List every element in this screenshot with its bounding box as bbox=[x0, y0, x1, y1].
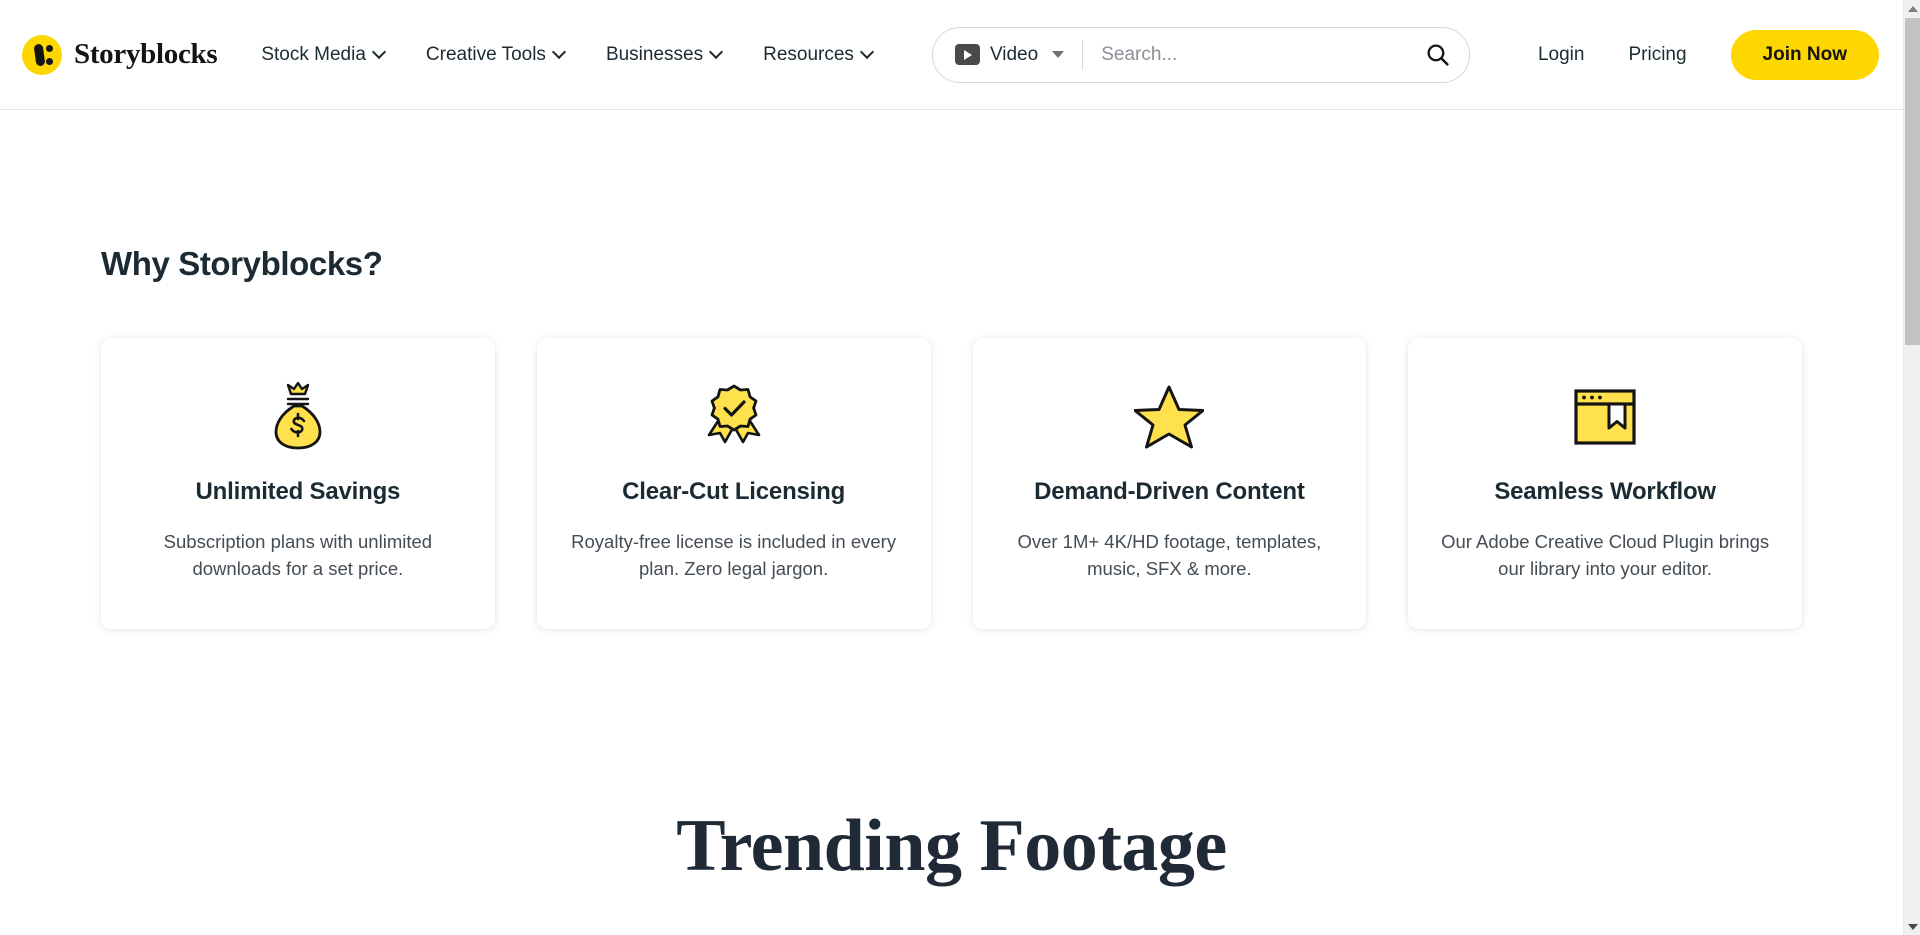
card-title: Demand-Driven Content bbox=[1034, 478, 1305, 505]
card-description: Our Adobe Creative Cloud Plugin brings o… bbox=[1441, 531, 1770, 580]
caret-down-icon bbox=[1052, 51, 1065, 58]
chevron-down-icon bbox=[374, 47, 386, 59]
video-play-icon bbox=[954, 44, 980, 65]
header-actions: Login Pricing Join Now bbox=[1516, 29, 1879, 80]
join-now-button[interactable]: Join Now bbox=[1730, 29, 1879, 80]
chevron-down-icon bbox=[711, 47, 723, 59]
scrollbar-thumb[interactable] bbox=[1905, 18, 1920, 345]
page-content: Storyblocks Stock Media Creative Tools B… bbox=[0, 0, 1903, 935]
scroll-down-arrow-icon[interactable] bbox=[1904, 918, 1920, 935]
pricing-link[interactable]: Pricing bbox=[1606, 34, 1708, 76]
nav-label: Stock Media bbox=[261, 43, 366, 65]
value-card-demand-driven-content[interactable]: Demand-Driven Content Over 1M+ 4K/HD foo… bbox=[972, 338, 1367, 629]
star-icon bbox=[999, 380, 1341, 454]
media-type-label: Video bbox=[989, 43, 1039, 65]
search-submit-button[interactable] bbox=[1415, 32, 1461, 78]
nav-label: Creative Tools bbox=[425, 43, 546, 65]
award-badge-check-icon bbox=[563, 380, 905, 454]
card-title: Unlimited Savings bbox=[195, 478, 401, 505]
why-storyblocks-heading: Why Storyblocks? bbox=[101, 245, 383, 282]
search-icon bbox=[1427, 44, 1450, 66]
chevron-down-icon bbox=[554, 47, 566, 59]
card-description: Subscription plans with unlimited downlo… bbox=[163, 531, 433, 580]
chevron-down-icon bbox=[862, 47, 874, 59]
browser-viewport: Storyblocks Stock Media Creative Tools B… bbox=[0, 0, 1920, 935]
search-input[interactable] bbox=[1101, 43, 1415, 66]
value-card-clear-cut-licensing[interactable]: Clear-Cut Licensing Royalty-free license… bbox=[536, 338, 931, 629]
nav-label: Businesses bbox=[605, 43, 704, 65]
value-card-seamless-workflow[interactable]: Seamless Workflow Our Adobe Creative Clo… bbox=[1408, 338, 1802, 629]
main-content: Why Storyblocks? Unlimited Savings Subsc… bbox=[0, 245, 1903, 935]
card-description: Royalty-free license is included in ever… bbox=[571, 531, 897, 580]
vertical-scrollbar[interactable] bbox=[1903, 0, 1920, 935]
search-divider bbox=[1082, 39, 1084, 70]
search-bar: Video bbox=[931, 26, 1470, 83]
card-title: Clear-Cut Licensing bbox=[622, 478, 846, 505]
storyblocks-s-logo-icon bbox=[22, 34, 62, 75]
login-link[interactable]: Login bbox=[1516, 34, 1607, 76]
trending-footage-heading: Trending Footage bbox=[676, 804, 1227, 887]
nav-item-creative-tools[interactable]: Creative Tools bbox=[406, 34, 586, 76]
nav-item-businesses[interactable]: Businesses bbox=[586, 34, 743, 76]
main-navigation: Stock Media Creative Tools Businesses Re… bbox=[241, 34, 894, 76]
media-type-dropdown[interactable]: Video bbox=[954, 43, 1078, 66]
card-description: Over 1M+ 4K/HD footage, templates, music… bbox=[1017, 531, 1322, 580]
site-header: Storyblocks Stock Media Creative Tools B… bbox=[0, 0, 1903, 110]
money-bag-crown-icon bbox=[127, 380, 469, 454]
nav-item-resources[interactable]: Resources bbox=[743, 34, 894, 76]
storyblocks-logo-link[interactable]: Storyblocks bbox=[22, 34, 218, 75]
nav-item-stock-media[interactable]: Stock Media bbox=[241, 34, 406, 76]
browser-bookmark-icon bbox=[1434, 380, 1776, 454]
brand-name: Storyblocks bbox=[74, 38, 218, 70]
nav-label: Resources bbox=[763, 43, 854, 65]
card-title: Seamless Workflow bbox=[1494, 478, 1716, 505]
value-card-unlimited-savings[interactable]: Unlimited Savings Subscription plans wit… bbox=[101, 338, 495, 629]
scroll-up-arrow-icon[interactable] bbox=[1904, 0, 1920, 17]
value-prop-cards: Unlimited Savings Subscription plans wit… bbox=[101, 338, 1903, 629]
